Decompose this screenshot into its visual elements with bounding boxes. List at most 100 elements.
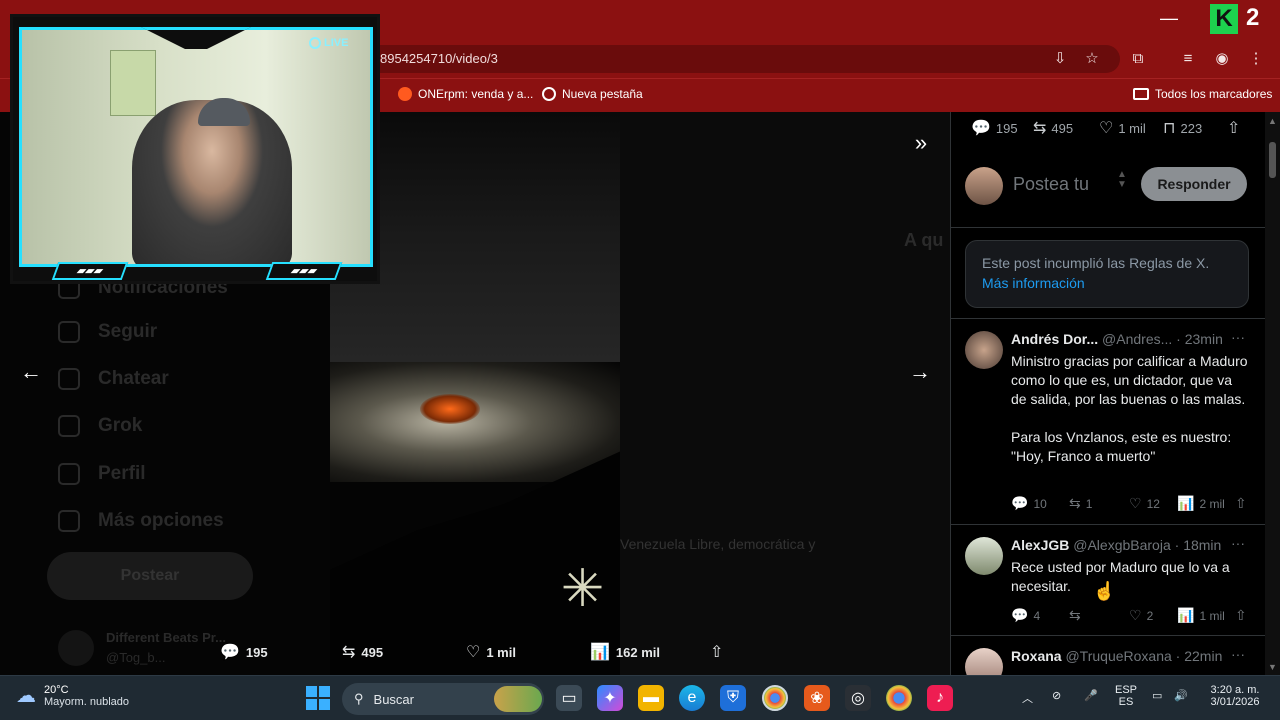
chrome-icon[interactable] bbox=[762, 685, 788, 711]
reply-action[interactable]: 💬 4 bbox=[1011, 607, 1040, 624]
obs-icon[interactable]: ◎ bbox=[845, 685, 871, 711]
repost-action[interactable]: ⇆ 495 bbox=[1033, 118, 1073, 138]
sidebar-item-grok[interactable]: Grok bbox=[58, 415, 142, 437]
more-options-icon[interactable]: ··· bbox=[1231, 329, 1245, 345]
video-replies[interactable]: 💬 195 bbox=[220, 642, 268, 662]
edge-icon[interactable]: e bbox=[679, 685, 705, 711]
reply-header: AlexJGB @AlexgbBaroja · 18min bbox=[1011, 537, 1251, 553]
post-time[interactable]: · 18min bbox=[1175, 537, 1222, 553]
avatar[interactable] bbox=[965, 537, 1003, 575]
video-views[interactable]: 📊 162 mil bbox=[590, 642, 660, 662]
share-action[interactable]: ⇧ bbox=[1235, 495, 1247, 512]
bookmark-onerpm[interactable]: ONErpm: venda y a... bbox=[398, 87, 533, 101]
sidebar-item-chat[interactable]: Chatear bbox=[58, 368, 169, 390]
bookmark-star-icon[interactable]: ☆ bbox=[1082, 49, 1102, 69]
extensions-icon[interactable]: ⧉ bbox=[1128, 49, 1148, 69]
author-handle[interactable]: @TruqueRoxana bbox=[1065, 648, 1171, 664]
scroll-up-icon[interactable]: ▲ bbox=[1268, 116, 1277, 126]
microphone-icon[interactable]: 🎤 bbox=[1084, 689, 1098, 702]
menu-icon[interactable]: ⋮ bbox=[1246, 49, 1266, 69]
security-icon[interactable]: ⛨ bbox=[720, 685, 746, 711]
mouse-cursor-icon: ☝ bbox=[1093, 581, 1116, 601]
video-share[interactable]: ⇧ bbox=[710, 642, 723, 662]
all-bookmarks[interactable]: Todos los marcadores bbox=[1133, 87, 1272, 101]
post-button[interactable]: Postear bbox=[47, 552, 253, 600]
post-time[interactable]: · 22min bbox=[1176, 648, 1223, 664]
more-info-link[interactable]: Más información bbox=[982, 275, 1232, 291]
live-badge: LIVE bbox=[309, 37, 348, 49]
avatar[interactable] bbox=[965, 331, 1003, 369]
like-action[interactable]: ♡ 2 bbox=[1129, 607, 1153, 624]
views-action[interactable]: 📊 1 mil bbox=[1177, 607, 1225, 624]
bookmark-action[interactable]: ⊓ 223 bbox=[1163, 118, 1202, 138]
reply-action[interactable]: 💬 10 bbox=[1011, 495, 1047, 512]
bookmark-new-tab[interactable]: Nueva pestaña bbox=[542, 87, 643, 101]
avatar[interactable] bbox=[965, 648, 1003, 675]
collapse-panel-icon[interactable]: » bbox=[906, 128, 936, 158]
repost-icon: ⇆ bbox=[1069, 495, 1081, 511]
file-explorer-icon[interactable]: ▬ bbox=[638, 685, 664, 711]
sidebar-item-profile[interactable]: Perfil bbox=[58, 463, 146, 485]
task-view-icon[interactable]: ▭ bbox=[556, 685, 582, 711]
media-control-icon[interactable]: ≡ bbox=[1178, 49, 1198, 69]
taskbar-search[interactable]: ⚲ Buscar bbox=[342, 683, 544, 715]
more-options-icon[interactable]: ··· bbox=[1231, 535, 1245, 551]
next-arrow-icon[interactable]: → bbox=[905, 357, 935, 387]
reply-post[interactable]: Roxana @TruqueRoxana · 22min ··· bbox=[951, 635, 1265, 675]
brand-number: 2 bbox=[1246, 4, 1260, 31]
chrome-profile-icon[interactable] bbox=[886, 685, 912, 711]
scrollbar-thumb[interactable] bbox=[1269, 142, 1276, 178]
hidden-icons-chevron-icon[interactable]: ︿ bbox=[1022, 690, 1033, 706]
sidebar-item-follow[interactable]: Seguir bbox=[58, 321, 157, 343]
like-action[interactable]: ♡ 12 bbox=[1129, 495, 1160, 512]
volume-icon[interactable]: 🔊 bbox=[1174, 689, 1188, 702]
search-icon: ⚲ bbox=[354, 691, 364, 706]
weather-widget[interactable]: ☁ 20°C Mayorm. nublado bbox=[16, 683, 129, 708]
network-offline-icon[interactable]: ⊘ bbox=[1052, 689, 1061, 702]
profile-icon[interactable]: ◉ bbox=[1212, 49, 1232, 69]
start-button[interactable] bbox=[306, 686, 330, 710]
reply-post[interactable]: Andrés Dor... @Andres... · 23min ··· Min… bbox=[951, 318, 1265, 524]
tiktok-icon[interactable]: ♪ bbox=[927, 685, 953, 711]
share-action[interactable]: ⇧ bbox=[1227, 118, 1240, 138]
address-bar[interactable]: 8954254710/video/3 bbox=[360, 45, 1120, 73]
repost-action[interactable]: ⇆ bbox=[1069, 607, 1081, 624]
post-time[interactable]: · 23min bbox=[1176, 331, 1223, 347]
author-name[interactable]: Roxana bbox=[1011, 648, 1062, 664]
author-name[interactable]: AlexJGB bbox=[1011, 537, 1069, 553]
minimize-button[interactable]: — bbox=[1160, 8, 1178, 29]
reply-action[interactable]: 💬 195 bbox=[971, 118, 1018, 138]
heart-icon: ♡ bbox=[1129, 607, 1142, 623]
resize-grip-icon[interactable]: ▲ ▼ bbox=[1117, 170, 1127, 190]
sidebar-item-more[interactable]: Más opciones bbox=[58, 510, 224, 532]
background-post-text: Venezuela Libre, democrática y bbox=[620, 536, 816, 552]
page-scrollbar[interactable]: ▲ ▼ bbox=[1265, 112, 1280, 675]
reply-post[interactable]: AlexJGB @AlexgbBaroja · 18min ··· Rece u… bbox=[951, 524, 1265, 635]
share-action[interactable]: ⇧ bbox=[1235, 607, 1247, 624]
like-action[interactable]: ♡ 1 mil bbox=[1099, 118, 1146, 138]
author-handle[interactable]: @Andres... bbox=[1102, 331, 1172, 347]
scroll-down-icon[interactable]: ▼ bbox=[1268, 662, 1277, 672]
frame-badge-left: ▰▰▰ bbox=[51, 262, 129, 280]
author-name[interactable]: Andrés Dor... bbox=[1011, 331, 1098, 347]
copilot-icon[interactable]: ✦ bbox=[597, 685, 623, 711]
reply-input[interactable]: Postea tu bbox=[1013, 174, 1089, 195]
previous-arrow-icon[interactable]: ← bbox=[16, 357, 46, 387]
repost-action[interactable]: ⇆ 1 bbox=[1069, 495, 1092, 512]
display-icon[interactable]: ▭ bbox=[1152, 689, 1162, 702]
views-action[interactable]: 📊 2 mil bbox=[1177, 495, 1225, 512]
author-handle[interactable]: @AlexgbBaroja bbox=[1073, 537, 1171, 553]
media-viewer[interactable]: ✳ A qu Venezuela Libre, democrática y bbox=[330, 112, 950, 675]
language-indicator[interactable]: ESP ES bbox=[1112, 684, 1140, 708]
system-clock[interactable]: 3:20 a. m. 3/01/2026 bbox=[1200, 684, 1270, 708]
video-likes[interactable]: ♡ 1 mil bbox=[466, 642, 516, 662]
more-options-icon[interactable]: ··· bbox=[1231, 646, 1245, 662]
reply-button[interactable]: Responder bbox=[1141, 167, 1247, 201]
add-user-icon bbox=[58, 321, 80, 343]
install-app-icon[interactable]: ⇩ bbox=[1050, 49, 1070, 69]
heart-icon: ♡ bbox=[1099, 120, 1114, 137]
video-reposts[interactable]: ⇆ 495 bbox=[342, 642, 383, 662]
reply-header: Roxana @TruqueRoxana · 22min bbox=[1011, 648, 1251, 664]
like-count: 1 mil bbox=[486, 644, 516, 660]
fl-studio-icon[interactable]: ❀ bbox=[804, 685, 830, 711]
